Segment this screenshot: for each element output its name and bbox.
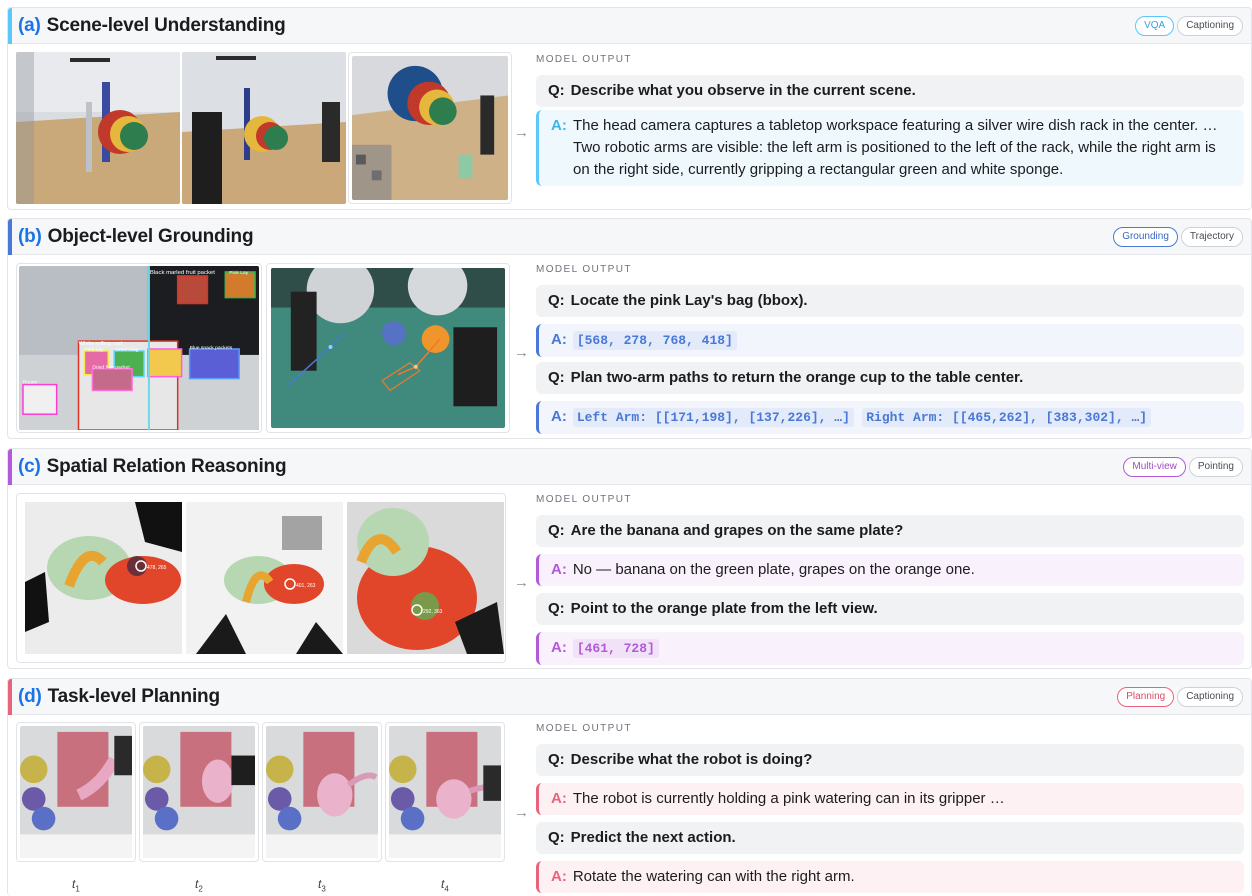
panel-spatial-reasoning: (c) Spatial Relation Reasoning Multi-view…	[7, 448, 1252, 669]
image-strip: 478, 265 401, 263 292, 363	[16, 493, 506, 663]
panel-header: (a) Scene-level Understanding VQA Caption…	[8, 8, 1251, 44]
tag-group: Planning Captioning	[1117, 687, 1243, 707]
scene-image-2	[182, 52, 346, 204]
question-box-2: Q: Predict the next action.	[536, 822, 1244, 854]
image-strip: Black marled fruit packet Pink Lay White…	[16, 263, 510, 433]
box-label: Green bag	[115, 347, 139, 353]
accent-bar	[8, 219, 12, 255]
tag-vqa[interactable]: VQA	[1135, 16, 1175, 36]
scene-image-1	[16, 52, 180, 204]
panel-header: (c) Spatial Relation Reasoning Multi-view…	[8, 449, 1251, 485]
model-output-label: MODEL OUTPUT	[536, 723, 632, 734]
tag-multi-view[interactable]: Multi-view	[1123, 457, 1186, 477]
tag-captioning[interactable]: Captioning	[1177, 687, 1243, 707]
frame-t3	[262, 722, 382, 862]
image-strip	[16, 722, 505, 862]
panel-header: (b) Object-level Grounding Grounding Traj…	[8, 219, 1251, 255]
arrow-icon: →	[514, 124, 529, 141]
box-label: Pink Lay	[229, 270, 249, 276]
tag-trajectory[interactable]: Trajectory	[1180, 227, 1243, 247]
panel-object-grounding: (b) Object-level Grounding Grounding Traj…	[7, 218, 1252, 439]
time-label-t4: t4	[441, 877, 449, 894]
panel-title: (b) Object-level Grounding	[18, 226, 254, 247]
scene-image-3	[348, 52, 512, 204]
tag-captioning[interactable]: Captioning	[1177, 16, 1243, 36]
tag-group: Grounding Trajectory	[1113, 227, 1243, 247]
panel-scene-understanding: (a) Scene-level Understanding VQA Caption…	[7, 7, 1252, 210]
model-output-label: MODEL OUTPUT	[536, 54, 632, 65]
panel-title: (c) Spatial Relation Reasoning	[18, 456, 287, 477]
view-image-left: 478, 265	[25, 502, 182, 654]
answer-box-1: A: [568, 278, 768, 418]	[536, 324, 1244, 357]
box-label: Blue snack packets	[190, 345, 233, 351]
box-label: Router	[23, 380, 38, 386]
tag-planning[interactable]: Planning	[1117, 687, 1175, 707]
multi-view-images: 478, 265 401, 263 292, 363	[16, 493, 506, 663]
question-box: Q: Describe what you observe in the curre…	[536, 75, 1244, 107]
box-label: White rolling cart	[79, 341, 124, 347]
answer-box-2: A: Left Arm: [[171,198], [137,226], …] Ri…	[536, 401, 1244, 434]
image-strip	[16, 52, 512, 204]
answer-box-2: A: Rotate the watering can with the right…	[536, 861, 1244, 893]
tag-group: VQA Captioning	[1135, 16, 1243, 36]
trajectory-image	[266, 263, 510, 433]
panel-header: (d) Task-level Planning Planning Captioni…	[8, 679, 1251, 715]
box-label: Black marled fruit packet	[150, 270, 215, 276]
answer-box-2: A: [461, 728]	[536, 632, 1244, 665]
box-label: Dried fruit packet	[92, 365, 130, 371]
accent-bar	[8, 679, 12, 715]
arrow-icon: →	[514, 344, 529, 361]
tag-pointing[interactable]: Pointing	[1188, 457, 1243, 477]
point-label: 401, 263	[296, 583, 316, 589]
tag-grounding[interactable]: Grounding	[1113, 227, 1178, 247]
question-box-1: Q: Describe what the robot is doing?	[536, 744, 1244, 776]
point-label: 292, 363	[423, 609, 443, 615]
question-box-2: Q: Plan two-arm paths to return the orang…	[536, 362, 1244, 394]
panel-task-planning: (d) Task-level Planning Planning Captioni…	[7, 678, 1252, 896]
answer-box-1: A: The robot is currently holding a pink …	[536, 783, 1244, 815]
point-label: 478, 265	[147, 565, 167, 571]
arrow-icon: →	[514, 574, 529, 591]
accent-bar	[8, 8, 12, 44]
answer-box: A: The head camera captures a tabletop wo…	[536, 110, 1244, 186]
frame-t1	[16, 722, 136, 862]
question-box-1: Q: Are the banana and grapes on the same …	[536, 515, 1244, 547]
question-box-1: Q: Locate the pink Lay's bag (bbox).	[536, 285, 1244, 317]
view-image-right: 292, 363	[347, 502, 504, 654]
arrow-icon: →	[514, 804, 529, 821]
question-box-2: Q: Point to the orange plate from the lef…	[536, 593, 1244, 625]
accent-bar	[8, 449, 12, 485]
answer-box-1: A: No — banana on the green plate, grapes…	[536, 554, 1244, 586]
model-output-label: MODEL OUTPUT	[536, 264, 632, 275]
time-label-t2: t2	[195, 877, 203, 894]
panel-title: (a) Scene-level Understanding	[18, 15, 286, 36]
frame-t4	[385, 722, 505, 862]
model-output-label: MODEL OUTPUT	[536, 494, 632, 505]
time-label-t3: t3	[318, 877, 326, 894]
box-label: Pink Lay	[84, 347, 104, 353]
grounding-image-1: Black marled fruit packet Pink Lay White…	[16, 263, 262, 433]
view-image-center: 401, 263	[186, 502, 343, 654]
frame-t2	[139, 722, 259, 862]
time-label-t1: t1	[72, 877, 80, 894]
panel-title: (d) Task-level Planning	[18, 686, 220, 707]
tag-group: Multi-view Pointing	[1123, 457, 1243, 477]
